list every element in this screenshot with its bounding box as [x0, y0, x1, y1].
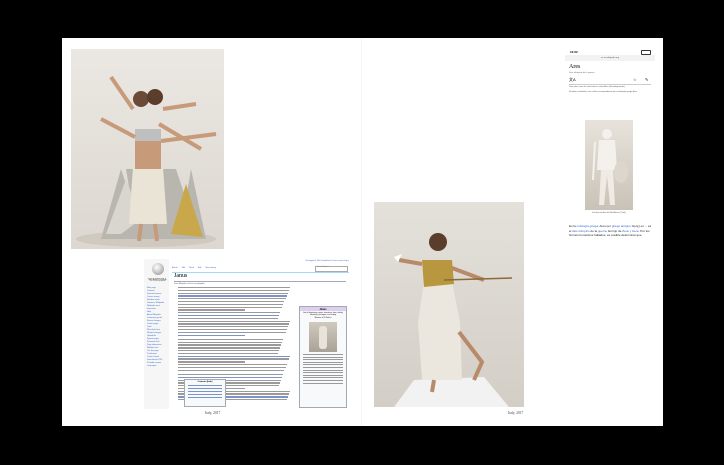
title-divider	[174, 281, 346, 282]
text-seg: , Ares (en	[598, 224, 612, 228]
wikipedia-mobile-screenshot: 12:02 es.m.wikipedia.org Ares Dios olímp…	[565, 48, 655, 243]
foil-top	[135, 129, 161, 141]
text-line	[178, 338, 284, 341]
text-seg: En la	[569, 224, 577, 228]
mobile-toolbar: 文A ☆ ✎	[569, 77, 651, 85]
text-line	[178, 331, 286, 334]
infobox-member: Member of Di Selecti	[314, 317, 332, 320]
text-line	[178, 364, 287, 366]
text-line	[178, 309, 246, 311]
wiki-tab: Article	[172, 267, 178, 269]
text-line	[178, 300, 285, 303]
text-seg: . Es hijo de	[606, 228, 623, 233]
spear	[443, 277, 513, 281]
wikipedia-globe-icon	[152, 263, 164, 275]
text-line	[178, 358, 289, 360]
wiki-from-line: From Wikipedia, the free encyclopedia	[174, 283, 205, 285]
magazine-spread: WIKIPEDIA The Free Encyclopedia Main pag…	[62, 38, 663, 426]
text-line	[178, 326, 288, 328]
mobile-hatnotes: Para otros usos de este término, véase A…	[569, 86, 649, 94]
text-line	[178, 292, 288, 294]
text-line	[178, 341, 283, 343]
text-line	[178, 295, 287, 297]
text-line	[178, 303, 284, 306]
hatnote-2: No debe confundirse con el dios correspo…	[569, 90, 638, 93]
wikipedia-desktop-screenshot: WIKIPEDIA The Free Encyclopedia Main pag…	[144, 259, 351, 409]
mobile-url-bar: es.m.wikipedia.org	[565, 55, 655, 61]
text-line	[178, 352, 278, 355]
white-skirt	[129, 167, 167, 224]
edit-icon: ✎	[645, 77, 649, 82]
ares-statue-image	[585, 120, 633, 210]
text-seg: de la	[589, 228, 598, 233]
text-line	[178, 314, 279, 317]
text-line	[178, 366, 286, 369]
text-line	[178, 350, 279, 352]
photo-multi-armed-figure	[71, 49, 224, 249]
mobile-article-text: En la mitología griega, Ares (en griego …	[569, 224, 653, 238]
text-line	[178, 355, 290, 357]
text-line	[178, 376, 283, 378]
wiki-tab: Read	[189, 267, 194, 269]
link-dios-olimpico: dios olímpico	[572, 228, 590, 233]
text-line	[178, 312, 280, 314]
wiki-tagline: The Free Encyclopedia	[149, 281, 166, 282]
link-guerra: guerra	[597, 228, 607, 233]
text-line	[178, 323, 289, 325]
language-icon: 文A	[569, 77, 576, 82]
image-caption: Escultura de Ares del Villa Adriana (Tív…	[592, 212, 626, 214]
text-line	[178, 287, 290, 289]
link-mitologia-griega: mitología griega	[576, 224, 599, 228]
hatnote-1: Para otros usos de este término, véase A…	[569, 86, 626, 88]
toc-title: Contents [hide]	[197, 381, 213, 383]
wiki-search-input: Search Wikipedia	[315, 266, 348, 272]
text-line	[178, 289, 289, 292]
wiki-tab: View history	[205, 267, 217, 269]
text-line	[178, 369, 285, 371]
wiki-nav-list: Main page Contents Featured content Current…	[147, 287, 169, 368]
text-line	[178, 298, 286, 300]
text-line	[178, 334, 246, 336]
folio-right: Italy, 2017	[508, 411, 524, 415]
page-gutter	[361, 38, 362, 426]
wiki-toc: Contents [hide]	[184, 379, 226, 407]
link-zeus-hera: Zeus y Hera	[622, 228, 639, 233]
wiki-infobox: Janus God of beginnings, gates, transiti…	[299, 306, 347, 408]
wiki-tab: Edit	[197, 267, 202, 269]
text-line	[178, 317, 278, 320]
gold-top	[422, 260, 454, 287]
text-line	[178, 306, 283, 308]
figure-illustration	[394, 233, 513, 407]
mobile-article-title: Ares	[569, 64, 581, 70]
text-line	[178, 361, 246, 363]
link-griego-antiguo: griego antiguo	[611, 224, 631, 228]
text-line	[178, 373, 284, 376]
text-line	[178, 328, 287, 331]
star-icon: ☆	[633, 77, 637, 82]
figure-illustration	[76, 75, 217, 247]
wiki-tab: Talk	[181, 267, 186, 269]
white-plinth	[394, 377, 509, 407]
mobile-article-subtitle: Dios olímpico de la guerra	[569, 72, 595, 74]
folio-left: Italy, 2017	[205, 411, 221, 415]
wiki-sidebar: WIKIPEDIA The Free Encyclopedia Main pag…	[144, 259, 169, 409]
infobox-image	[309, 322, 337, 353]
wiki-article-title: Janus	[174, 273, 188, 279]
text-line	[178, 347, 280, 349]
status-time: 12:02	[570, 49, 578, 54]
photo-figure-with-spear	[374, 202, 524, 407]
text-line	[178, 344, 282, 346]
text-line	[178, 320, 290, 322]
white-skirt	[418, 282, 462, 380]
phone-status-bar: 12:02	[565, 48, 655, 55]
wiki-nav-item: Languages	[147, 365, 157, 367]
